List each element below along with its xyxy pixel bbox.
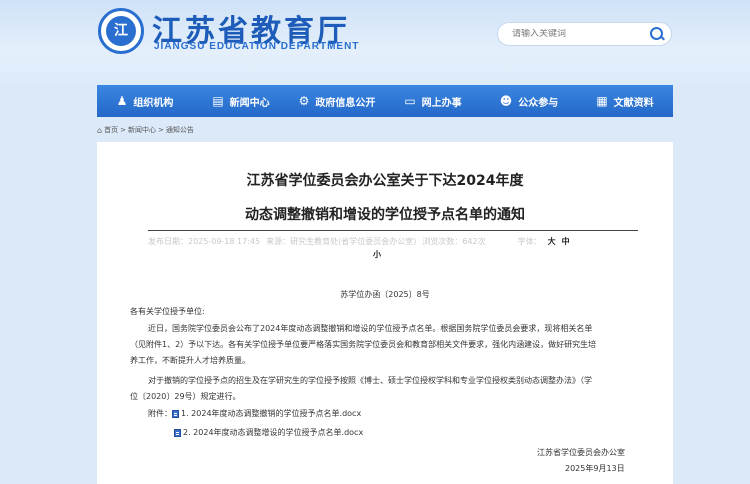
nav-label: 文献资料 [613,97,654,109]
breadcrumb-separator: > [120,126,126,134]
nav-label: 网上办事 [421,97,462,109]
nav-label: 公众参与 [518,97,559,109]
sign-date: 2025年9月13日 [565,464,625,473]
nav-item-online-services[interactable]: ▭ 网上办事 [385,85,481,117]
breadcrumb-notices[interactable]: 通知公告 [166,125,194,135]
article-title-line2: 动态调整撤销和增设的学位授予点名单的通知 [245,207,525,223]
view-count: 浏览次数：642次 [422,237,486,246]
article-meta: 发布日期：2025-09-18 17:45 来源：研究生教育处(省学位委员会办公… [148,236,638,247]
home-icon: ⌂ [97,125,103,135]
public-participation-icon: ☻ [499,94,513,108]
nav-item-info-disclosure[interactable]: ⚙ 政府信息公开 [289,85,385,117]
document-number: 苏学位办函〔2025〕8号 [340,290,430,299]
breadcrumb-news-center[interactable]: 新闻中心 [128,125,156,135]
article-source: 来源：研究生教育处(省学位委员会办公室) [266,237,417,246]
font-size-label: 字体： [517,237,542,246]
online-services-icon: ▭ [404,94,416,108]
paragraph-1-line-1: 近日，国务院学位委员会公布了2024年度动态调整撤销和增设的学位授予点名单。根据… [148,324,593,333]
publish-date: 发布日期：2025-09-18 17:45 [148,237,261,246]
title-divider [148,230,638,231]
nav-label: 组织机构 [133,97,174,109]
search-input[interactable] [498,29,647,39]
attachment-row-2: 2. 2024年度动态调整增设的学位授予点名单.docx [174,427,363,438]
search-box [497,22,672,46]
info-disclosure-icon: ⚙ [298,94,310,108]
paragraph-2-line-2: 位〔2020〕29号）规定进行。 [130,392,241,401]
main-nav: ♟ 组织机构 ▤ 新闻中心 ⚙ 政府信息公开 ▭ 网上办事 ☻ 公众参与 ▦ 文… [97,85,673,117]
attachment-2-link[interactable]: 2. 2024年度动态调整增设的学位授予点名单.docx [183,427,363,438]
paragraph-1-line-3: 养工作，不断提升人才培养质量。 [130,356,250,365]
paragraph-2-line-1: 对于撤销的学位授予点的招生及在学研究生的学位授予按照《博士、硕士学位授权学科和专… [148,376,592,385]
nav-item-documents[interactable]: ▦ 文献资料 [577,85,673,117]
site-subtitle: JIANGSU EDUCATION DEPARTMENT [154,41,360,52]
font-small-button[interactable]: 小 [373,249,381,260]
nav-label: 政府信息公开 [315,97,376,109]
breadcrumb: ⌂ 首页 > 新闻中心 > 通知公告 [97,124,194,136]
nav-item-news[interactable]: ▤ 新闻中心 [193,85,289,117]
font-medium-button[interactable]: 中 [562,236,570,247]
docx-icon [174,428,181,437]
article-panel: 江苏省学位委员会办公室关于下达2024年度 动态调整撤销和增设的学位授予点名单的… [97,142,673,484]
attachments-label: 附件： [148,409,172,418]
organization-icon: ♟ [116,94,128,108]
nav-item-public-participation[interactable]: ☻ 公众参与 [481,85,577,117]
site-logo[interactable]: 江 [98,8,144,54]
article-title-line1: 江苏省学位委员会办公室关于下达2024年度 [246,173,524,189]
site-header: 江 江苏省教育厅 JIANGSU EDUCATION DEPARTMENT [0,0,750,85]
logo-emblem: 江 [106,16,136,46]
news-icon: ▤ [212,94,224,108]
salutation: 各有关学位授予单位: [130,307,205,316]
docx-icon [172,409,179,418]
breadcrumb-home[interactable]: 首页 [104,125,118,135]
attachment-1-link[interactable]: 1. 2024年度动态调整撤销的学位授予点名单.docx [181,408,361,419]
search-icon[interactable] [647,24,667,44]
paragraph-1-line-2: （见附件1、2）予以下达。各有关学位授予单位要严格落实国务院学位委员会和教育部相… [130,340,597,349]
font-large-button[interactable]: 大 [548,236,556,247]
nav-item-organization[interactable]: ♟ 组织机构 [97,85,193,117]
documents-icon: ▦ [596,94,608,108]
signer: 江苏省学位委员会办公室 [537,448,625,457]
breadcrumb-separator: > [157,126,164,134]
nav-label: 新闻中心 [229,97,270,109]
attachment-row-1: 附件： 1. 2024年度动态调整撤销的学位授予点名单.docx [148,408,361,419]
